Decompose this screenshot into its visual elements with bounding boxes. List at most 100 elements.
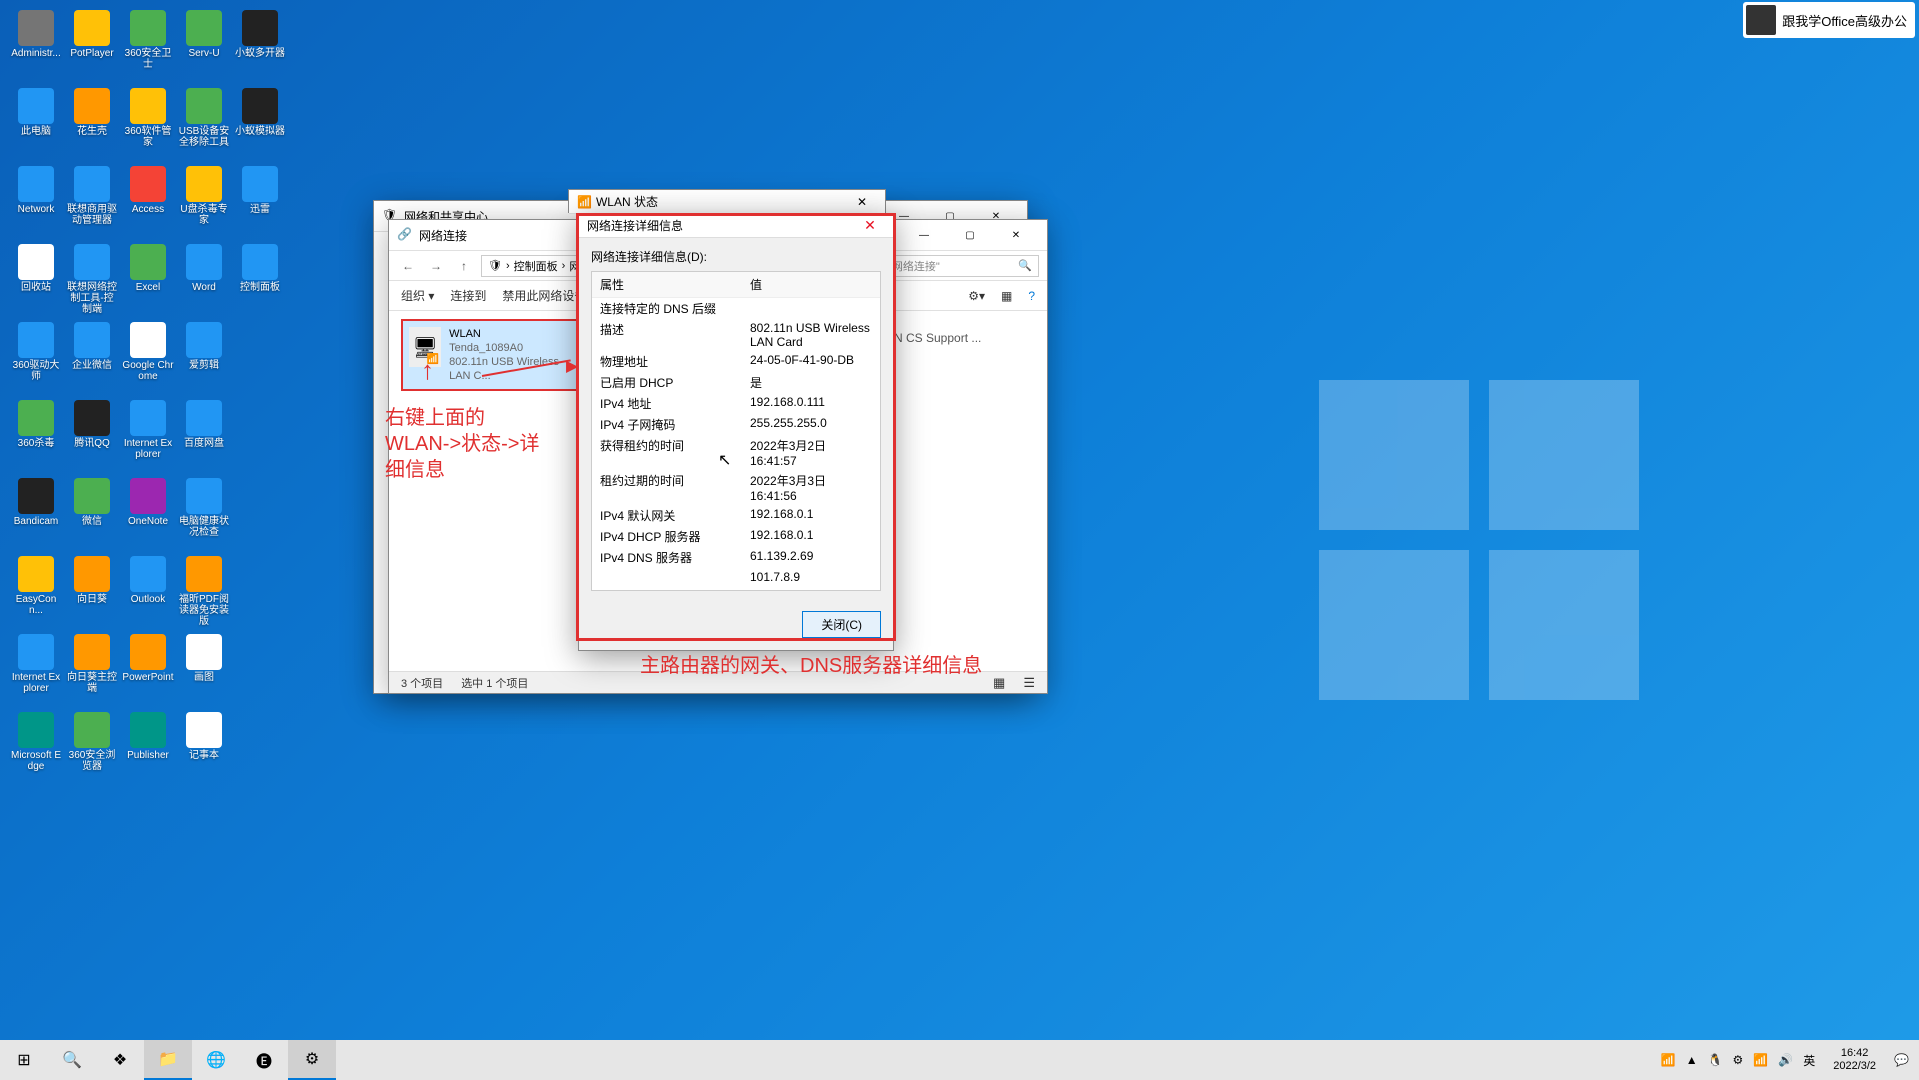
- connect-to-button[interactable]: 连接到: [450, 287, 486, 304]
- disable-device-button[interactable]: 禁用此网络设备: [502, 287, 586, 304]
- desktop-icon[interactable]: EasyConn...: [8, 554, 64, 630]
- desktop-icon[interactable]: 小蚁模拟器: [232, 86, 288, 162]
- icon-label: 联想网络控制工具-控制端: [66, 282, 118, 315]
- desktop-icon[interactable]: PotPlayer: [64, 8, 120, 84]
- table-row: 连接特定的 DNS 后缀: [592, 298, 880, 319]
- file-explorer-taskbar[interactable]: 📁: [144, 1040, 192, 1080]
- desktop-icon[interactable]: 爱剪辑: [176, 320, 232, 396]
- network-details-dialog[interactable]: 网络连接详细信息 ✕ 网络连接详细信息(D): 属性 值 连接特定的 DNS 后…: [578, 213, 894, 651]
- notification-button[interactable]: 💬: [1894, 1053, 1909, 1067]
- window-title: WLAN 状态: [596, 193, 847, 210]
- desktop-icon[interactable]: 360软件管家: [120, 86, 176, 162]
- desktop-icon[interactable]: 向日葵: [64, 554, 120, 630]
- desktop-icon[interactable]: Internet Explorer: [8, 632, 64, 708]
- close-icon[interactable]: ✕: [855, 217, 885, 234]
- view-details-icon[interactable]: ☰: [1023, 675, 1035, 691]
- desktop-icon[interactable]: 回收站: [8, 242, 64, 318]
- app-icon: [186, 10, 222, 46]
- desktop-icon[interactable]: 福昕PDF阅读器免安装版: [176, 554, 232, 630]
- desktop-icon[interactable]: Access: [120, 164, 176, 240]
- settings-taskbar[interactable]: ⚙: [288, 1040, 336, 1080]
- desktop-icon[interactable]: 向日葵主控端: [64, 632, 120, 708]
- search-button[interactable]: 🔍: [48, 1040, 96, 1080]
- desktop-icon[interactable]: Serv-U: [176, 8, 232, 84]
- nav-back-button[interactable]: ←: [397, 255, 419, 277]
- icon-label: Internet Explorer: [122, 438, 174, 460]
- desktop-icon[interactable]: USB设备安全移除工具: [176, 86, 232, 162]
- annotation-text-2: 主路由器的网关、DNS服务器详细信息: [640, 653, 982, 679]
- desktop-icon[interactable]: Excel: [120, 242, 176, 318]
- desktop-icon[interactable]: Administr...: [8, 8, 64, 84]
- tray-qq-icon[interactable]: 🐧: [1708, 1053, 1723, 1067]
- organize-menu[interactable]: 组织 ▾: [401, 287, 434, 304]
- desktop-icon[interactable]: 360安全浏览器: [64, 710, 120, 786]
- app-icon: [242, 244, 278, 280]
- tray-volume-icon[interactable]: 🔊: [1778, 1053, 1793, 1067]
- tray-overflow-icon[interactable]: ▲: [1686, 1053, 1698, 1067]
- desktop-icon[interactable]: 花生壳: [64, 86, 120, 162]
- wlan-status-window[interactable]: 📶 WLAN 状态 ✕: [568, 189, 886, 213]
- details-pane-button[interactable]: ▦: [1001, 289, 1012, 303]
- desktop-icon[interactable]: 此电脑: [8, 86, 64, 162]
- desktop-icon[interactable]: Outlook: [120, 554, 176, 630]
- edge-taskbar[interactable]: 🅔: [240, 1040, 288, 1080]
- desktop-icon[interactable]: Word: [176, 242, 232, 318]
- desktop-icon[interactable]: Bandicam: [8, 476, 64, 552]
- desktop-icon[interactable]: 360安全卫士: [120, 8, 176, 84]
- desktop-icon[interactable]: 联想网络控制工具-控制端: [64, 242, 120, 318]
- app-icon: [130, 322, 166, 358]
- nav-forward-button[interactable]: →: [425, 255, 447, 277]
- icon-label: Serv-U: [188, 48, 219, 59]
- app-icon: [242, 10, 278, 46]
- desktop-icon[interactable]: Network: [8, 164, 64, 240]
- desktop-icon[interactable]: 360杀毒: [8, 398, 64, 474]
- nav-up-button[interactable]: ↑: [453, 255, 475, 277]
- maximize-button[interactable]: ▢: [947, 220, 993, 250]
- tray-network-icon[interactable]: 📶: [1753, 1053, 1768, 1067]
- tray-wifi-icon[interactable]: 📶: [1661, 1053, 1676, 1067]
- desktop-icon[interactable]: Internet Explorer: [120, 398, 176, 474]
- desktop-icon[interactable]: 腾讯QQ: [64, 398, 120, 474]
- value-cell: 2022年3月3日 16:41:56: [742, 470, 880, 505]
- app-icon: [186, 556, 222, 592]
- value-cell: 192.168.0.1: [742, 505, 880, 526]
- start-button[interactable]: ⊞: [0, 1040, 48, 1080]
- app-icon: [186, 322, 222, 358]
- desktop-icon[interactable]: 小蚁多开器: [232, 8, 288, 84]
- view-options-button[interactable]: ⚙▾: [968, 289, 985, 303]
- desktop-icon[interactable]: Google Chrome: [120, 320, 176, 396]
- desktop-icon[interactable]: 企业微信: [64, 320, 120, 396]
- desktop-icon[interactable]: 控制面板: [232, 242, 288, 318]
- desktop-icon[interactable]: 画图: [176, 632, 232, 708]
- desktop-icon[interactable]: 联想商用驱动管理器: [64, 164, 120, 240]
- taskbar[interactable]: ⊞ 🔍 ❖ 📁 🌐 🅔 ⚙ 📶 ▲ 🐧 ⚙ 📶 🔊 英 16:42 2022/3…: [0, 1040, 1919, 1080]
- app-icon: [74, 88, 110, 124]
- desktop-icon[interactable]: 360驱动大师: [8, 320, 64, 396]
- desktop-icon[interactable]: PowerPoint: [120, 632, 176, 708]
- desktop-icon[interactable]: U盘杀毒专家: [176, 164, 232, 240]
- desktop-icon[interactable]: Publisher: [120, 710, 176, 786]
- app-icon: [18, 244, 54, 280]
- desktop-icon[interactable]: 记事本: [176, 710, 232, 786]
- desktop-icon[interactable]: OneNote: [120, 476, 176, 552]
- close-button[interactable]: 关闭(C): [802, 611, 881, 638]
- chrome-taskbar[interactable]: 🌐: [192, 1040, 240, 1080]
- help-button[interactable]: ?: [1028, 289, 1035, 303]
- icon-label: USB设备安全移除工具: [178, 126, 230, 148]
- app-icon: [186, 478, 222, 514]
- system-tray[interactable]: 📶 ▲ 🐧 ⚙ 📶 🔊 英 16:42 2022/3/2 💬: [1651, 1047, 1919, 1073]
- ime-indicator[interactable]: 英: [1803, 1052, 1815, 1069]
- minimize-button[interactable]: —: [901, 220, 947, 250]
- task-view-button[interactable]: ❖: [96, 1040, 144, 1080]
- desktop-icon[interactable]: 百度网盘: [176, 398, 232, 474]
- desktop-icon[interactable]: 微信: [64, 476, 120, 552]
- desktop-icon[interactable]: 电脑健康状况检查: [176, 476, 232, 552]
- tray-settings-icon[interactable]: ⚙: [1733, 1053, 1744, 1067]
- close-button[interactable]: ✕: [993, 220, 1039, 250]
- value-cell: 24-05-0F-41-90-DB: [742, 351, 880, 372]
- clock[interactable]: 16:42 2022/3/2: [1825, 1047, 1884, 1073]
- close-button[interactable]: ✕: [847, 195, 877, 209]
- desktop-icon[interactable]: Microsoft Edge: [8, 710, 64, 786]
- view-large-icon[interactable]: ▦: [993, 675, 1005, 691]
- desktop-icon[interactable]: 迅雷: [232, 164, 288, 240]
